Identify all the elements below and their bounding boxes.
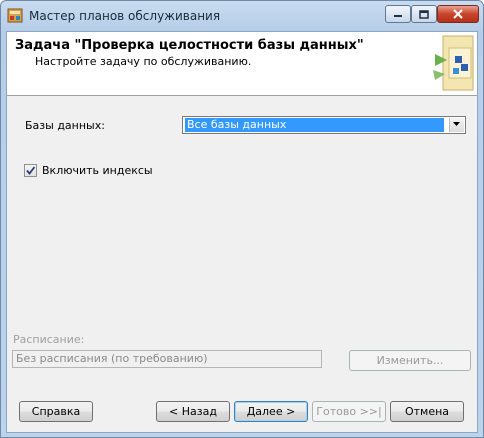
- wizard-window: Мастер планов обслуживания Задача "Прове…: [0, 0, 484, 438]
- minimize-icon: [394, 15, 402, 17]
- maximize-icon: [419, 9, 429, 19]
- page-subtitle: Настройте задачу по обслуживанию.: [35, 55, 252, 68]
- chevron-down-icon: [453, 122, 460, 126]
- app-icon: [7, 7, 23, 23]
- schedule-label: Расписание:: [13, 333, 85, 346]
- change-schedule-button[interactable]: Изменить...: [349, 350, 471, 371]
- window-title: Мастер планов обслуживания: [29, 9, 221, 23]
- back-button[interactable]: < Назад: [156, 401, 230, 422]
- wizard-graphic-icon: [433, 35, 474, 91]
- dropdown-button[interactable]: [449, 118, 464, 132]
- databases-selected-value: Все базы данных: [185, 118, 444, 132]
- include-indexes-checkbox[interactable]: [24, 164, 37, 177]
- minimize-button[interactable]: [385, 5, 411, 23]
- title-bar[interactable]: Мастер планов обслуживания: [1, 1, 483, 31]
- next-button[interactable]: Далее >: [234, 401, 308, 422]
- help-button[interactable]: Справка: [19, 401, 93, 422]
- close-icon: [453, 9, 463, 19]
- databases-label: Базы данных:: [25, 119, 105, 132]
- wizard-header: Задача "Проверка целостности базы данных…: [7, 32, 477, 96]
- schedule-field: Без расписания (по требованию): [12, 350, 322, 368]
- maximize-button[interactable]: [411, 5, 437, 23]
- close-button[interactable]: [437, 5, 479, 23]
- page-title: Задача "Проверка целостности базы данных…: [15, 38, 364, 53]
- finish-button[interactable]: Готово >>|: [312, 401, 386, 422]
- checkmark-icon: [26, 166, 36, 175]
- cancel-button[interactable]: Отмена: [390, 401, 464, 422]
- include-indexes-label[interactable]: Включить индексы: [42, 164, 153, 177]
- client-area: Задача "Проверка целостности базы данных…: [6, 31, 478, 433]
- databases-combobox[interactable]: Все базы данных: [182, 116, 466, 134]
